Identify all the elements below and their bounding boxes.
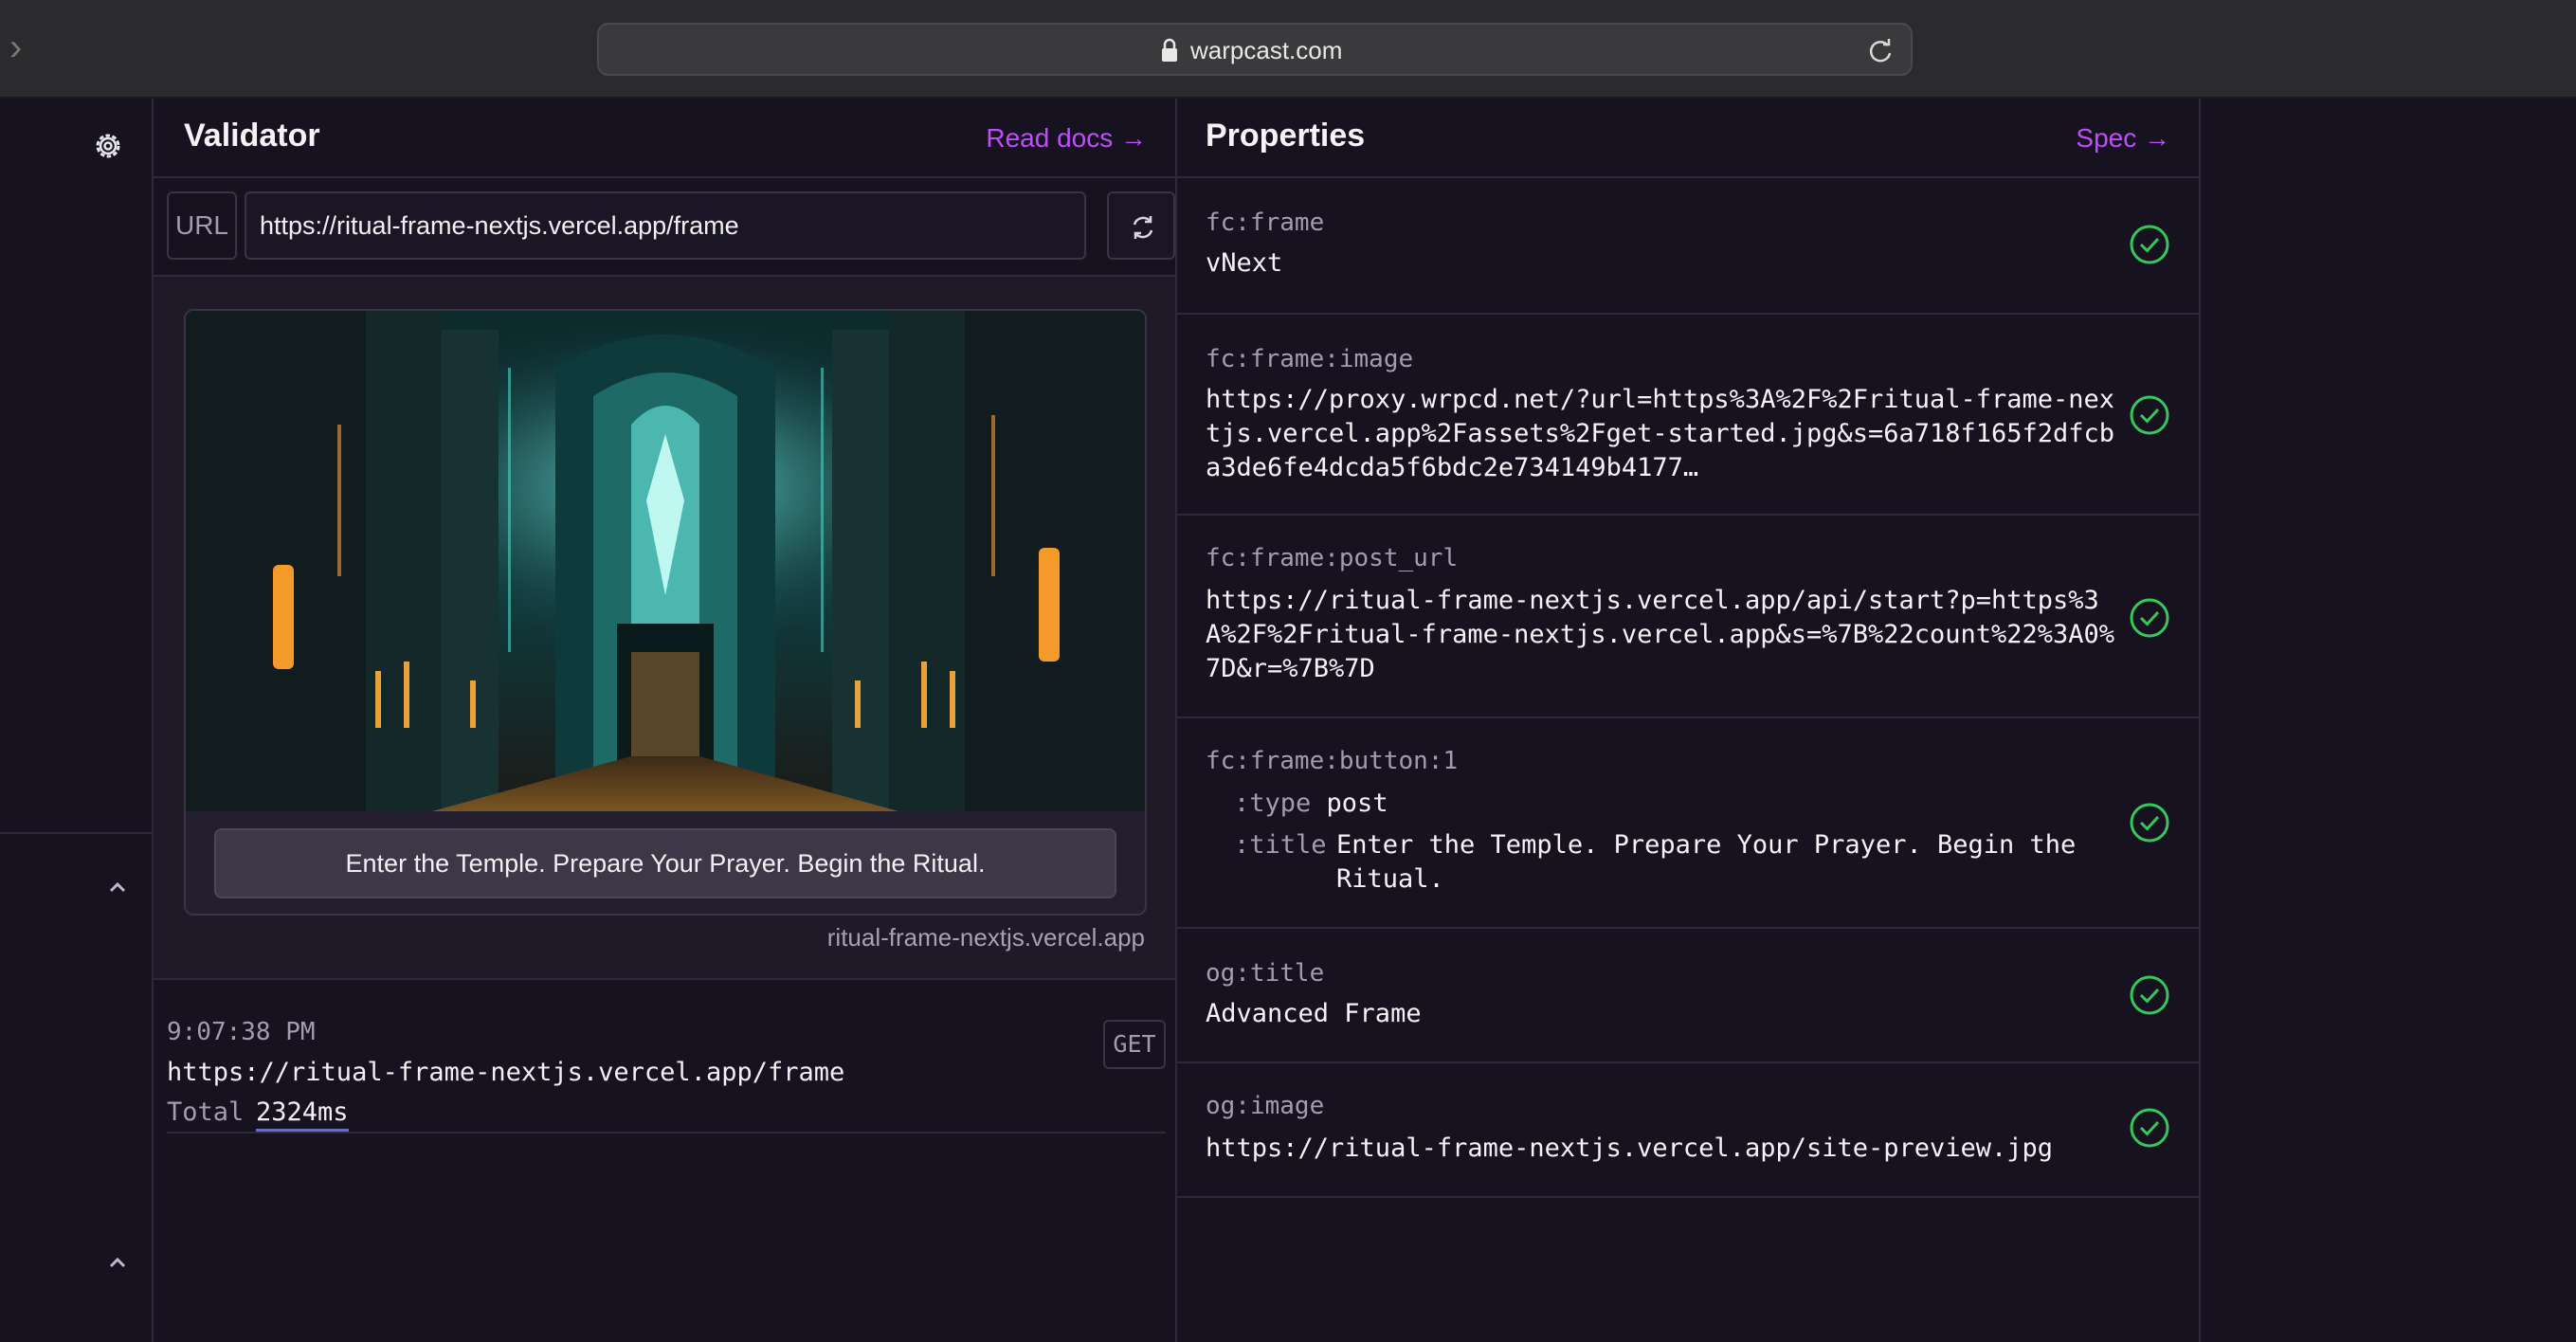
log-time: 9:07:38 PM (167, 1018, 316, 1046)
refresh-icon (1133, 216, 1153, 239)
property-key: fc:frame (1206, 209, 1325, 237)
property-value: https://ritual-frame-nextjs.vercel.app/a… (1206, 586, 2115, 683)
properties-panel: Properties Spec → fc:frame vNext fc:fram… (1177, 99, 2201, 1342)
log-total-value[interactable]: 2324ms (256, 1097, 349, 1132)
chevron-up-icon[interactable] (104, 874, 131, 900)
frame-card: Enter the Temple. Prepare Your Prayer. B… (184, 309, 1147, 916)
validator-title: Validator (184, 118, 320, 154)
rail-divider (0, 832, 152, 834)
gear-icon[interactable] (91, 129, 125, 163)
button-title-row: :title Enter the Temple. Prepare Your Pr… (1234, 828, 2115, 897)
check-circle-icon (2130, 395, 2169, 435)
frame-image (186, 311, 1145, 811)
request-log-entry[interactable]: 9:07:38 PM https://ritual-frame-nextjs.v… (167, 1008, 1166, 1133)
check-circle-icon (2130, 1108, 2169, 1148)
check-circle-icon (2130, 598, 2169, 638)
url-input[interactable] (245, 191, 1086, 260)
browser-toolbar: › warpcast.com (0, 0, 2576, 99)
left-rail (0, 99, 154, 1342)
button-type-row: :type post (1234, 787, 1388, 821)
validator-panel: Validator Read docs → URL https://ritual… (154, 99, 1177, 1342)
url-label: URL (167, 191, 237, 260)
check-circle-icon (2130, 225, 2169, 264)
log-url: https://ritual-frame-nextjs.vercel.app/f… (167, 1058, 845, 1087)
type-key: :type (1234, 789, 1312, 818)
property-key: fc:frame:image (1206, 345, 1414, 373)
frame-preview: Enter the Temple. Prepare Your Prayer. B… (154, 275, 1175, 980)
property-row: fc:frame:image https://proxy.wrpcd.net/?… (1177, 315, 2199, 516)
frame-host: ritual-frame-nextjs.vercel.app (826, 923, 1145, 952)
properties-header: Properties Spec → (1177, 99, 2199, 178)
property-key: og:title (1206, 959, 1325, 988)
property-row: og:image https://ritual-frame-nextjs.ver… (1177, 1063, 2199, 1198)
spec-link[interactable]: Spec → (2076, 123, 2170, 154)
title-key: :title (1234, 830, 1327, 860)
property-key: fc:frame:button:1 (1206, 747, 1459, 775)
property-key: og:image (1206, 1092, 1325, 1120)
url-row: URL (167, 191, 1175, 260)
property-value: Advanced Frame (1206, 999, 1422, 1028)
address-bar[interactable]: warpcast.com (597, 23, 1913, 76)
check-circle-icon (2130, 975, 2169, 1015)
property-row: fc:frame:post_url https://ritual-frame-n… (1177, 516, 2199, 718)
type-value: post (1326, 789, 1388, 818)
property-key: fc:frame:post_url (1206, 544, 1459, 572)
log-method-badge: GET (1103, 1020, 1166, 1069)
property-value: vNext (1206, 248, 1283, 278)
validator-header: Validator Read docs → (154, 99, 1175, 178)
refresh-button[interactable] (1107, 191, 1175, 260)
log-total-label: Total (167, 1097, 245, 1127)
chevron-up-icon[interactable] (104, 1249, 131, 1276)
property-value: https://proxy.wrpcd.net/?url=https%3A%2F… (1206, 385, 2115, 482)
title-value: Enter the Temple. Prepare Your Prayer. B… (1336, 830, 2077, 894)
property-row: og:title Advanced Frame (1177, 929, 2199, 1063)
lock-icon (1162, 38, 1177, 62)
address-domain: warpcast.com (1190, 36, 1343, 64)
properties-title: Properties (1206, 118, 1366, 154)
property-row: fc:frame vNext (1177, 178, 2199, 315)
property-row: fc:frame:button:1 :type post :title Ente… (1177, 718, 2199, 929)
read-docs-link[interactable]: Read docs → (986, 123, 1147, 154)
frame-action-button[interactable]: Enter the Temple. Prepare Your Prayer. B… (214, 828, 1116, 898)
property-value: https://ritual-frame-nextjs.vercel.app/s… (1206, 1133, 2054, 1163)
forward-icon[interactable]: › (9, 28, 36, 66)
check-circle-icon (2130, 803, 2169, 843)
reload-icon[interactable] (1865, 36, 1896, 66)
